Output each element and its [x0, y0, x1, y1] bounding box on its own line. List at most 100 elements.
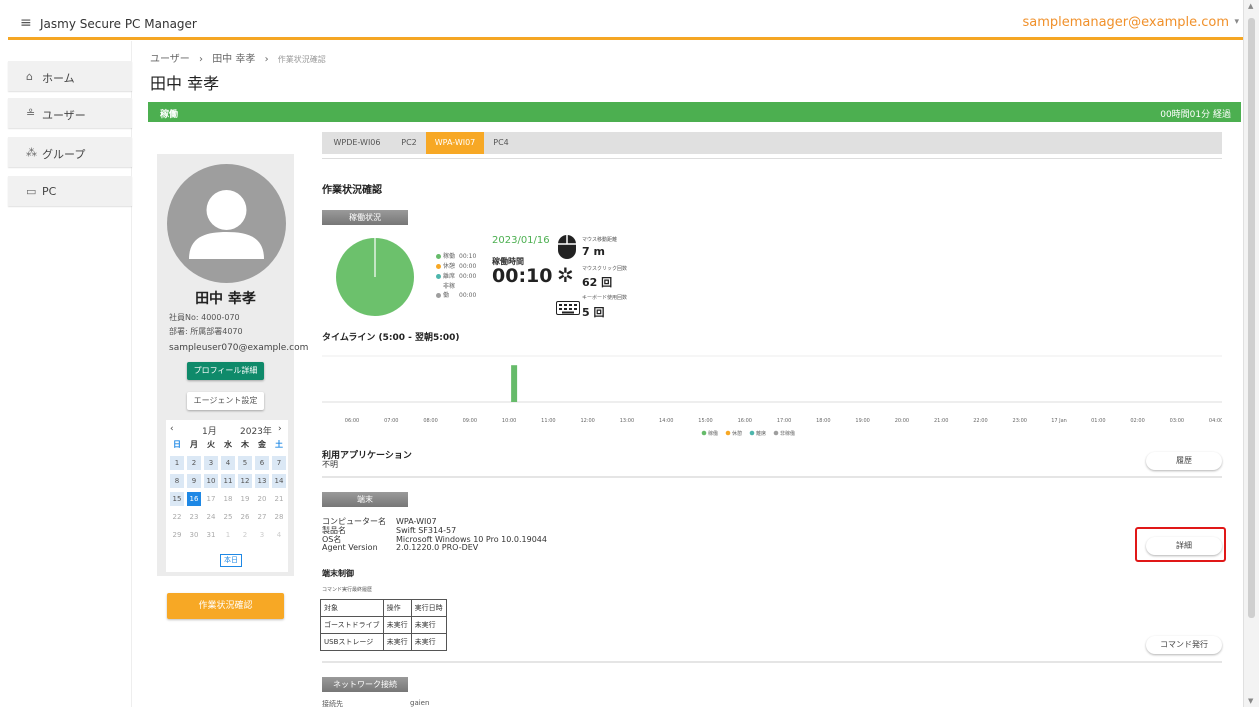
- calendar-day[interactable]: 13: [255, 474, 269, 488]
- agent-settings-button[interactable]: エージェント設定: [187, 392, 264, 410]
- uptime-pie-chart: [336, 238, 414, 316]
- profile-name: 田中 幸孝: [195, 291, 256, 307]
- calendar-day[interactable]: 9: [187, 474, 201, 488]
- keyboard-icon: [556, 300, 580, 319]
- calendar-day[interactable]: 18: [221, 492, 235, 506]
- timeline-legend-item: 休憩: [725, 430, 742, 437]
- calendar-day[interactable]: 28: [272, 510, 286, 524]
- app-title: Jasmy Secure PC Manager: [40, 17, 197, 31]
- scroll-up-icon[interactable]: ▲: [1248, 2, 1253, 10]
- calendar-day[interactable]: 19: [238, 492, 252, 506]
- calendar-day[interactable]: 17: [204, 492, 218, 506]
- calendar-day[interactable]: 20: [255, 492, 269, 506]
- chevron-down-icon[interactable]: ▾: [1234, 17, 1239, 27]
- tab-pc-1[interactable]: PC2: [392, 132, 426, 154]
- scroll-thumb[interactable]: [1248, 18, 1255, 618]
- calendar-day[interactable]: 24: [204, 510, 218, 524]
- calendar-day[interactable]: 14: [272, 474, 286, 488]
- sidebar: ⌂ ホーム ≗ ユーザー ⁂ グループ ▭ PC: [8, 41, 132, 707]
- calendar-day[interactable]: 7: [272, 456, 286, 470]
- uptime-value: 00:10: [492, 265, 553, 287]
- calendar-day[interactable]: 10: [204, 474, 218, 488]
- divider: [322, 476, 1222, 478]
- calendar-day[interactable]: 25: [221, 510, 235, 524]
- calendar-day[interactable]: 11: [221, 474, 235, 488]
- calendar-day[interactable]: 30: [187, 528, 201, 542]
- sidebar-item-home[interactable]: ⌂ ホーム: [8, 61, 132, 91]
- work-status-button[interactable]: 作業状況確認: [167, 593, 284, 619]
- calendar-day[interactable]: 3: [204, 456, 218, 470]
- calendar-day[interactable]: 29: [170, 528, 184, 542]
- table-cell: 未実行: [382, 616, 412, 634]
- group-icon: ⁂: [26, 146, 37, 159]
- calendar-day[interactable]: 21: [272, 492, 286, 506]
- hamburger-icon[interactable]: ≡: [20, 15, 32, 31]
- tab-pc-2[interactable]: WPA-WI07: [426, 132, 484, 154]
- calendar-dow: 月: [190, 440, 198, 449]
- mouse-move-value: 7 m: [582, 245, 605, 258]
- calendar-day[interactable]: 4: [272, 528, 286, 542]
- legend-dot-icon: [436, 254, 441, 259]
- user-menu-email[interactable]: samplemanager@example.com: [1022, 15, 1229, 30]
- command-table: 対象 操作 実行日時 ゴーストドライブ 未実行 未実行 USBストレージ 未実行…: [320, 599, 447, 651]
- timeline-tick-label: 17 Jan: [1051, 418, 1067, 424]
- calendar-day[interactable]: 27: [255, 510, 269, 524]
- calendar-day[interactable]: 23: [187, 510, 201, 524]
- cursor-click-icon: ✲: [557, 263, 574, 287]
- calendar-day[interactable]: 26: [238, 510, 252, 524]
- timeline-tick-label: 08:00: [423, 418, 437, 424]
- breadcrumb: ユーザー › 田中 幸孝 › 作業状況確認: [150, 50, 332, 65]
- scroll-down-icon[interactable]: ▼: [1248, 697, 1253, 705]
- sidebar-item-label: グループ: [42, 148, 86, 161]
- timeline-tick-label: 06:00: [345, 418, 359, 424]
- calendar-today-button[interactable]: 本日: [220, 554, 242, 567]
- calendar-day[interactable]: 5: [238, 456, 252, 470]
- breadcrumb-users[interactable]: ユーザー: [150, 54, 190, 65]
- sidebar-item-pc[interactable]: ▭ PC: [8, 176, 132, 206]
- top-header: ≡ Jasmy Secure PC Manager samplemanager@…: [8, 8, 1243, 40]
- timeline-tick-label: 23:00: [1013, 418, 1027, 424]
- tab-pc-0[interactable]: WPDE-WI06: [322, 132, 392, 154]
- calendar-day[interactable]: 6: [255, 456, 269, 470]
- vertical-scrollbar[interactable]: ▲ ▼: [1243, 0, 1259, 707]
- timeline-bar: [511, 365, 518, 402]
- calendar-day[interactable]: 3: [255, 528, 269, 542]
- timeline-title: タイムライン (5:00 - 翌朝5:00): [322, 333, 460, 343]
- breadcrumb-user[interactable]: 田中 幸孝: [212, 54, 255, 65]
- sidebar-item-groups[interactable]: ⁂ グループ: [8, 137, 132, 167]
- calendar-month[interactable]: 1月: [202, 424, 217, 437]
- home-icon: ⌂: [26, 70, 33, 83]
- calendar-day[interactable]: 4: [221, 456, 235, 470]
- table-row: 対象 操作 実行日時: [320, 599, 447, 617]
- calendar-day[interactable]: 2: [187, 456, 201, 470]
- calendar-day[interactable]: 12: [238, 474, 252, 488]
- timeline-tick-label: 13:00: [620, 418, 634, 424]
- timeline-tick-label: 17:00: [777, 418, 791, 424]
- calendar-year[interactable]: 2023年: [240, 424, 272, 437]
- timeline-tick-label: 11:00: [541, 418, 555, 424]
- tab-pc-3[interactable]: PC4: [484, 132, 518, 154]
- command-issue-button[interactable]: コマンド発行: [1146, 636, 1222, 654]
- history-button[interactable]: 履歴: [1146, 452, 1222, 470]
- timeline-tick-label: 19:00: [855, 418, 869, 424]
- profile-detail-button[interactable]: プロフィール詳細: [187, 362, 264, 380]
- calendar-day[interactable]: 8: [170, 474, 184, 488]
- timeline-tick-label: 16:00: [738, 418, 752, 424]
- timeline-tick-label: 14:00: [659, 418, 673, 424]
- network-key: 接続先: [322, 700, 343, 707]
- timeline-tick-label: 02:00: [1130, 418, 1144, 424]
- calendar-day[interactable]: 2: [238, 528, 252, 542]
- calendar-day[interactable]: 22: [170, 510, 184, 524]
- calendar-day[interactable]: 1: [170, 456, 184, 470]
- calendar-day[interactable]: 16: [187, 492, 201, 506]
- calendar-day[interactable]: 15: [170, 492, 184, 506]
- calendar-next-button[interactable]: ›: [278, 424, 282, 434]
- calendar-prev-button[interactable]: ‹: [170, 424, 174, 434]
- calendar-dow: 水: [224, 440, 232, 449]
- timeline-tick-label: 18:00: [816, 418, 830, 424]
- sidebar-item-users[interactable]: ≗ ユーザー: [8, 98, 132, 128]
- table-header: 操作: [382, 599, 412, 617]
- calendar-day[interactable]: 1: [221, 528, 235, 542]
- calendar-day[interactable]: 31: [204, 528, 218, 542]
- operation-status-label: 稼働状況: [322, 210, 408, 225]
